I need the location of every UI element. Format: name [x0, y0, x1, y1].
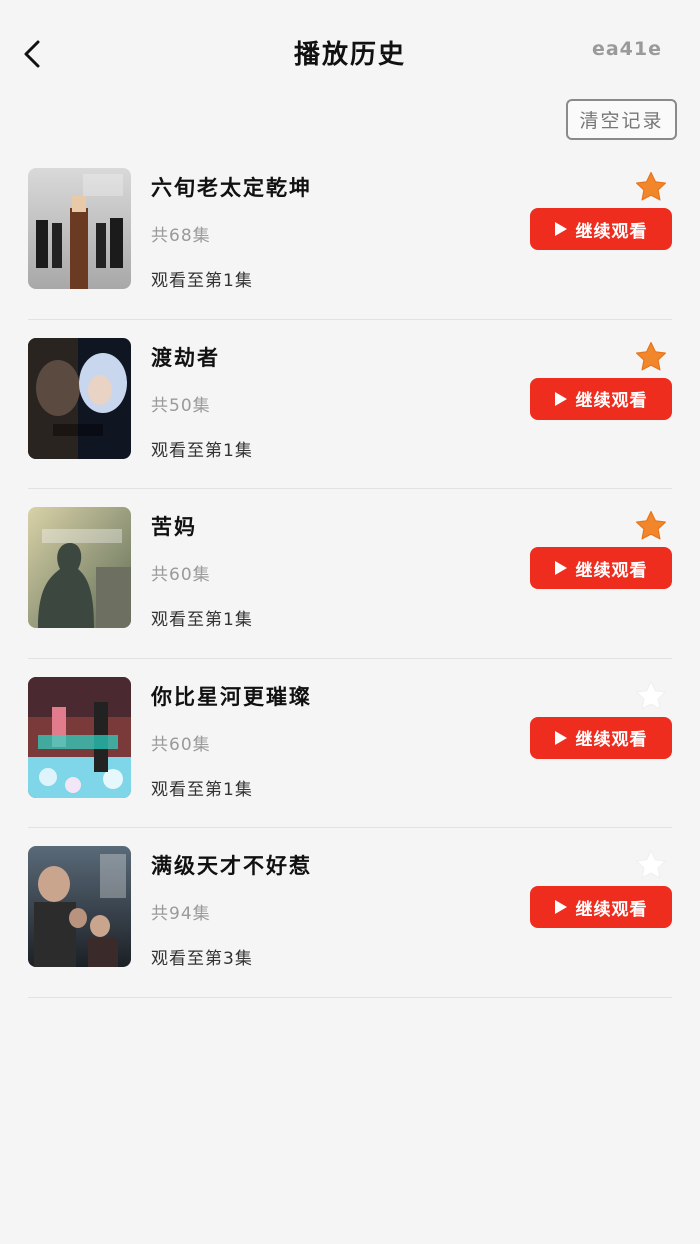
item-watch-progress: 观看至第1集: [151, 779, 253, 800]
list-item[interactable]: 六旬老太定乾坤 共68集 观看至第1集 继续观看: [28, 150, 672, 320]
poster-image[interactable]: [28, 676, 131, 798]
poster-image[interactable]: [28, 507, 131, 628]
item-title: 你比星河更璀璨: [151, 684, 312, 709]
continue-label: 继续观看: [575, 899, 648, 920]
play-icon: [554, 900, 567, 914]
item-episode-count: 共68集: [151, 226, 211, 246]
play-icon: [554, 561, 567, 575]
item-title: 六旬老太定乾坤: [151, 176, 312, 200]
favorite-star-icon[interactable]: [634, 170, 668, 204]
favorite-star-icon[interactable]: [634, 509, 668, 543]
header: 播放历史 ea41e: [0, 0, 700, 106]
history-list: 六旬老太定乾坤 共68集 观看至第1集 继续观看 渡劫者 共50集 观看至第1集: [0, 150, 700, 998]
list-item[interactable]: 苦妈 共60集 观看至第1集 继续观看: [28, 489, 672, 659]
poster-image[interactable]: [28, 337, 131, 459]
continue-watching-button[interactable]: 继续观看: [530, 547, 672, 589]
continue-watching-button[interactable]: 继续观看: [530, 377, 672, 420]
favorite-star-icon[interactable]: [634, 848, 668, 882]
continue-label: 继续观看: [575, 730, 648, 750]
continue-watching-button[interactable]: 继续观看: [530, 716, 672, 759]
list-item[interactable]: 渡劫者 共50集 观看至第1集 继续观看: [28, 320, 672, 489]
list-item[interactable]: 你比星河更璀璨 共60集 观看至第1集 继续观看: [28, 659, 672, 828]
continue-label: 继续观看: [575, 221, 648, 242]
item-title: 苦妈: [151, 515, 197, 539]
item-episode-count: 共60集: [151, 565, 211, 585]
favorite-star-icon[interactable]: [634, 340, 668, 374]
item-episode-count: 共60集: [151, 734, 211, 755]
clear-history-button[interactable]: 清空记录: [566, 99, 677, 140]
poster-image[interactable]: [28, 168, 131, 289]
item-watch-progress: 观看至第1集: [151, 440, 253, 461]
play-icon: [554, 222, 567, 236]
item-episode-count: 共50集: [151, 395, 211, 416]
continue-watching-button[interactable]: 继续观看: [530, 886, 672, 928]
item-watch-progress: 观看至第1集: [151, 271, 253, 291]
play-icon: [554, 730, 567, 745]
item-title: 满级天才不好惹: [151, 854, 312, 878]
header-code: ea41e: [591, 38, 662, 60]
item-watch-progress: 观看至第1集: [151, 610, 253, 630]
item-episode-count: 共94集: [151, 904, 211, 924]
play-icon: [554, 391, 567, 406]
continue-watching-button[interactable]: 继续观看: [530, 208, 672, 250]
favorite-star-icon[interactable]: [634, 679, 668, 713]
poster-image[interactable]: [28, 846, 131, 967]
continue-label: 继续观看: [575, 560, 648, 581]
continue-label: 继续观看: [575, 391, 648, 411]
list-item[interactable]: 满级天才不好惹 共94集 观看至第3集 继续观看: [28, 828, 672, 998]
item-watch-progress: 观看至第3集: [151, 949, 253, 969]
item-title: 渡劫者: [151, 345, 220, 370]
